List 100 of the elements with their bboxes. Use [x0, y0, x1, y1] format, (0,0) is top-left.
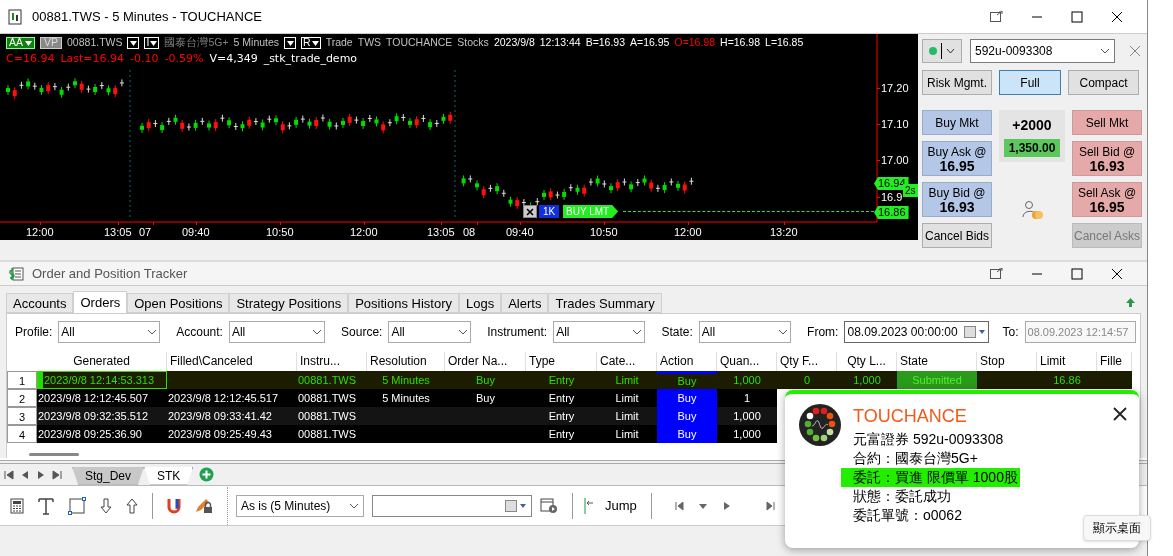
tab[interactable]: Accounts: [6, 293, 74, 313]
add-icon[interactable]: [199, 467, 215, 482]
down-arrow-icon[interactable]: [100, 497, 112, 514]
tab[interactable]: Open Positions: [127, 293, 230, 313]
menu-button[interactable]: R: [301, 37, 321, 49]
close-icon[interactable]: [1113, 407, 1127, 421]
up-arrow-icon[interactable]: [126, 497, 138, 514]
column-header[interactable]: Quan...: [717, 352, 777, 371]
tab[interactable]: Positions History: [348, 293, 459, 313]
sell-button[interactable]: Sell Ask @ 16.95: [1072, 182, 1142, 217]
column-header[interactable]: State: [897, 352, 977, 371]
table-cell: 1,000: [717, 425, 777, 443]
quote-text: TWS: [357, 35, 382, 51]
menu-button[interactable]: I: [144, 37, 160, 49]
quote-text: Stocks: [457, 35, 489, 51]
sell-button[interactable]: Sell Bid @ 16.93: [1072, 141, 1142, 176]
quote-text: O=16.98: [674, 35, 716, 51]
dropdown-button[interactable]: [284, 37, 297, 49]
filter-dropdown[interactable]: All: [388, 321, 472, 343]
filter-dropdown[interactable]: All: [228, 321, 326, 343]
last-page-icon[interactable]: [50, 467, 64, 482]
table-cell: Limit: [597, 371, 657, 389]
candlestick: [481, 185, 486, 199]
column-header[interactable]: Action: [657, 352, 717, 371]
rectangle-tool-icon[interactable]: [68, 496, 86, 515]
filter-dropdown[interactable]: All: [698, 321, 792, 343]
candlestick: [200, 117, 205, 126]
column-header[interactable]: Resolution: [367, 352, 445, 371]
table-cell: Entry: [526, 425, 597, 443]
tab[interactable]: Strategy Positions: [229, 293, 349, 313]
status-button[interactable]: [922, 39, 962, 63]
calculator-icon[interactable]: [10, 497, 24, 514]
column-header[interactable]: Order Na...: [445, 352, 526, 371]
app-name: TOUCHANCE: [853, 405, 968, 428]
cancel-order-button[interactable]: [523, 205, 537, 218]
resolution-dropdown[interactable]: As is (5 Minutes): [236, 494, 364, 517]
candlestick: [609, 182, 613, 194]
first-page-icon[interactable]: [2, 467, 16, 482]
close-icon: [526, 207, 534, 216]
filter-label: Source:: [341, 324, 383, 341]
buy-button[interactable]: Buy Ask @ 16.95: [922, 141, 992, 176]
close-icon[interactable]: [1111, 10, 1123, 23]
sheet-tab[interactable]: Stg_Dev: [72, 466, 145, 485]
row-number: 2: [7, 389, 37, 407]
column-header[interactable]: Filled\Canceled: [167, 352, 297, 371]
time-label: 12:00: [350, 226, 378, 239]
view-button[interactable]: Risk Mgmt.: [922, 70, 992, 95]
column-header[interactable]: Cate...: [597, 352, 657, 371]
close-icon[interactable]: [1111, 267, 1123, 280]
view-button[interactable]: Compact: [1068, 70, 1139, 95]
tab[interactable]: Alerts: [501, 293, 549, 313]
notification-line: 狀態：委託成功: [853, 487, 951, 506]
pencil-lock-icon[interactable]: [195, 497, 213, 514]
filter-dropdown[interactable]: All: [58, 321, 161, 343]
time-label: 07: [139, 226, 152, 239]
maximize-icon[interactable]: [1071, 267, 1083, 280]
candlestick: [334, 121, 339, 130]
popout-icon[interactable]: [990, 268, 1003, 279]
column-header[interactable]: Stop: [977, 352, 1037, 371]
toggle-button[interactable]: AA: [6, 37, 35, 49]
buy-button[interactable]: Buy Bid @ 16.93: [922, 182, 992, 217]
window-title: Order and Position Tracker: [32, 264, 188, 283]
play-icon[interactable]: [721, 499, 732, 512]
up-arrow-icon[interactable]: [1126, 298, 1135, 307]
date-field[interactable]: 08.09.2023 00:00:00: [844, 321, 989, 343]
column-header[interactable]: Fille: [1097, 352, 1132, 371]
view-button[interactable]: Full: [999, 70, 1061, 95]
sheet-tab[interactable]: STK: [144, 466, 194, 485]
popout-icon[interactable]: [990, 11, 1003, 22]
magnet-icon[interactable]: [167, 497, 181, 514]
tab[interactable]: Orders: [73, 291, 128, 313]
scrollbar[interactable]: [29, 453, 79, 456]
filter-dropdown[interactable]: All: [553, 321, 646, 343]
table-cell: Buy: [657, 425, 717, 443]
column-header[interactable]: Qty F...: [777, 352, 837, 371]
date-field[interactable]: [372, 494, 532, 517]
filter-label: Profile:: [15, 324, 53, 341]
logo-icon: [799, 404, 841, 446]
filter-label: To:: [1002, 324, 1019, 341]
column-header[interactable]: Limit: [1037, 352, 1097, 371]
step-forward-icon[interactable]: [765, 499, 776, 512]
table-cell: [1097, 371, 1132, 389]
maximize-icon[interactable]: [1071, 10, 1083, 23]
tab[interactable]: Logs: [459, 293, 502, 313]
calendar-play-icon[interactable]: [540, 497, 558, 514]
jump-button[interactable]: Jump: [605, 495, 637, 516]
quote-text: 12:13:44: [539, 35, 581, 51]
column-header[interactable]: Type: [526, 352, 597, 371]
account-dropdown[interactable]: 592u-0093308: [970, 39, 1115, 63]
sell-button[interactable]: Sell Mkt: [1072, 110, 1142, 135]
buy-button[interactable]: Buy Mkt: [922, 110, 992, 135]
table-cell: 2023/9/8 09:33:41.42: [167, 407, 297, 425]
step-back-icon[interactable]: [673, 499, 684, 512]
quote-text: TOUCHANCE: [386, 35, 453, 51]
candlestick: [354, 116, 359, 125]
buy-button[interactable]: Cancel Bids: [922, 223, 992, 248]
candlestick: [575, 184, 580, 196]
text-tool-icon[interactable]: [38, 496, 54, 515]
tab[interactable]: Trades Summary: [548, 293, 662, 313]
dropdown-button[interactable]: [127, 37, 140, 49]
